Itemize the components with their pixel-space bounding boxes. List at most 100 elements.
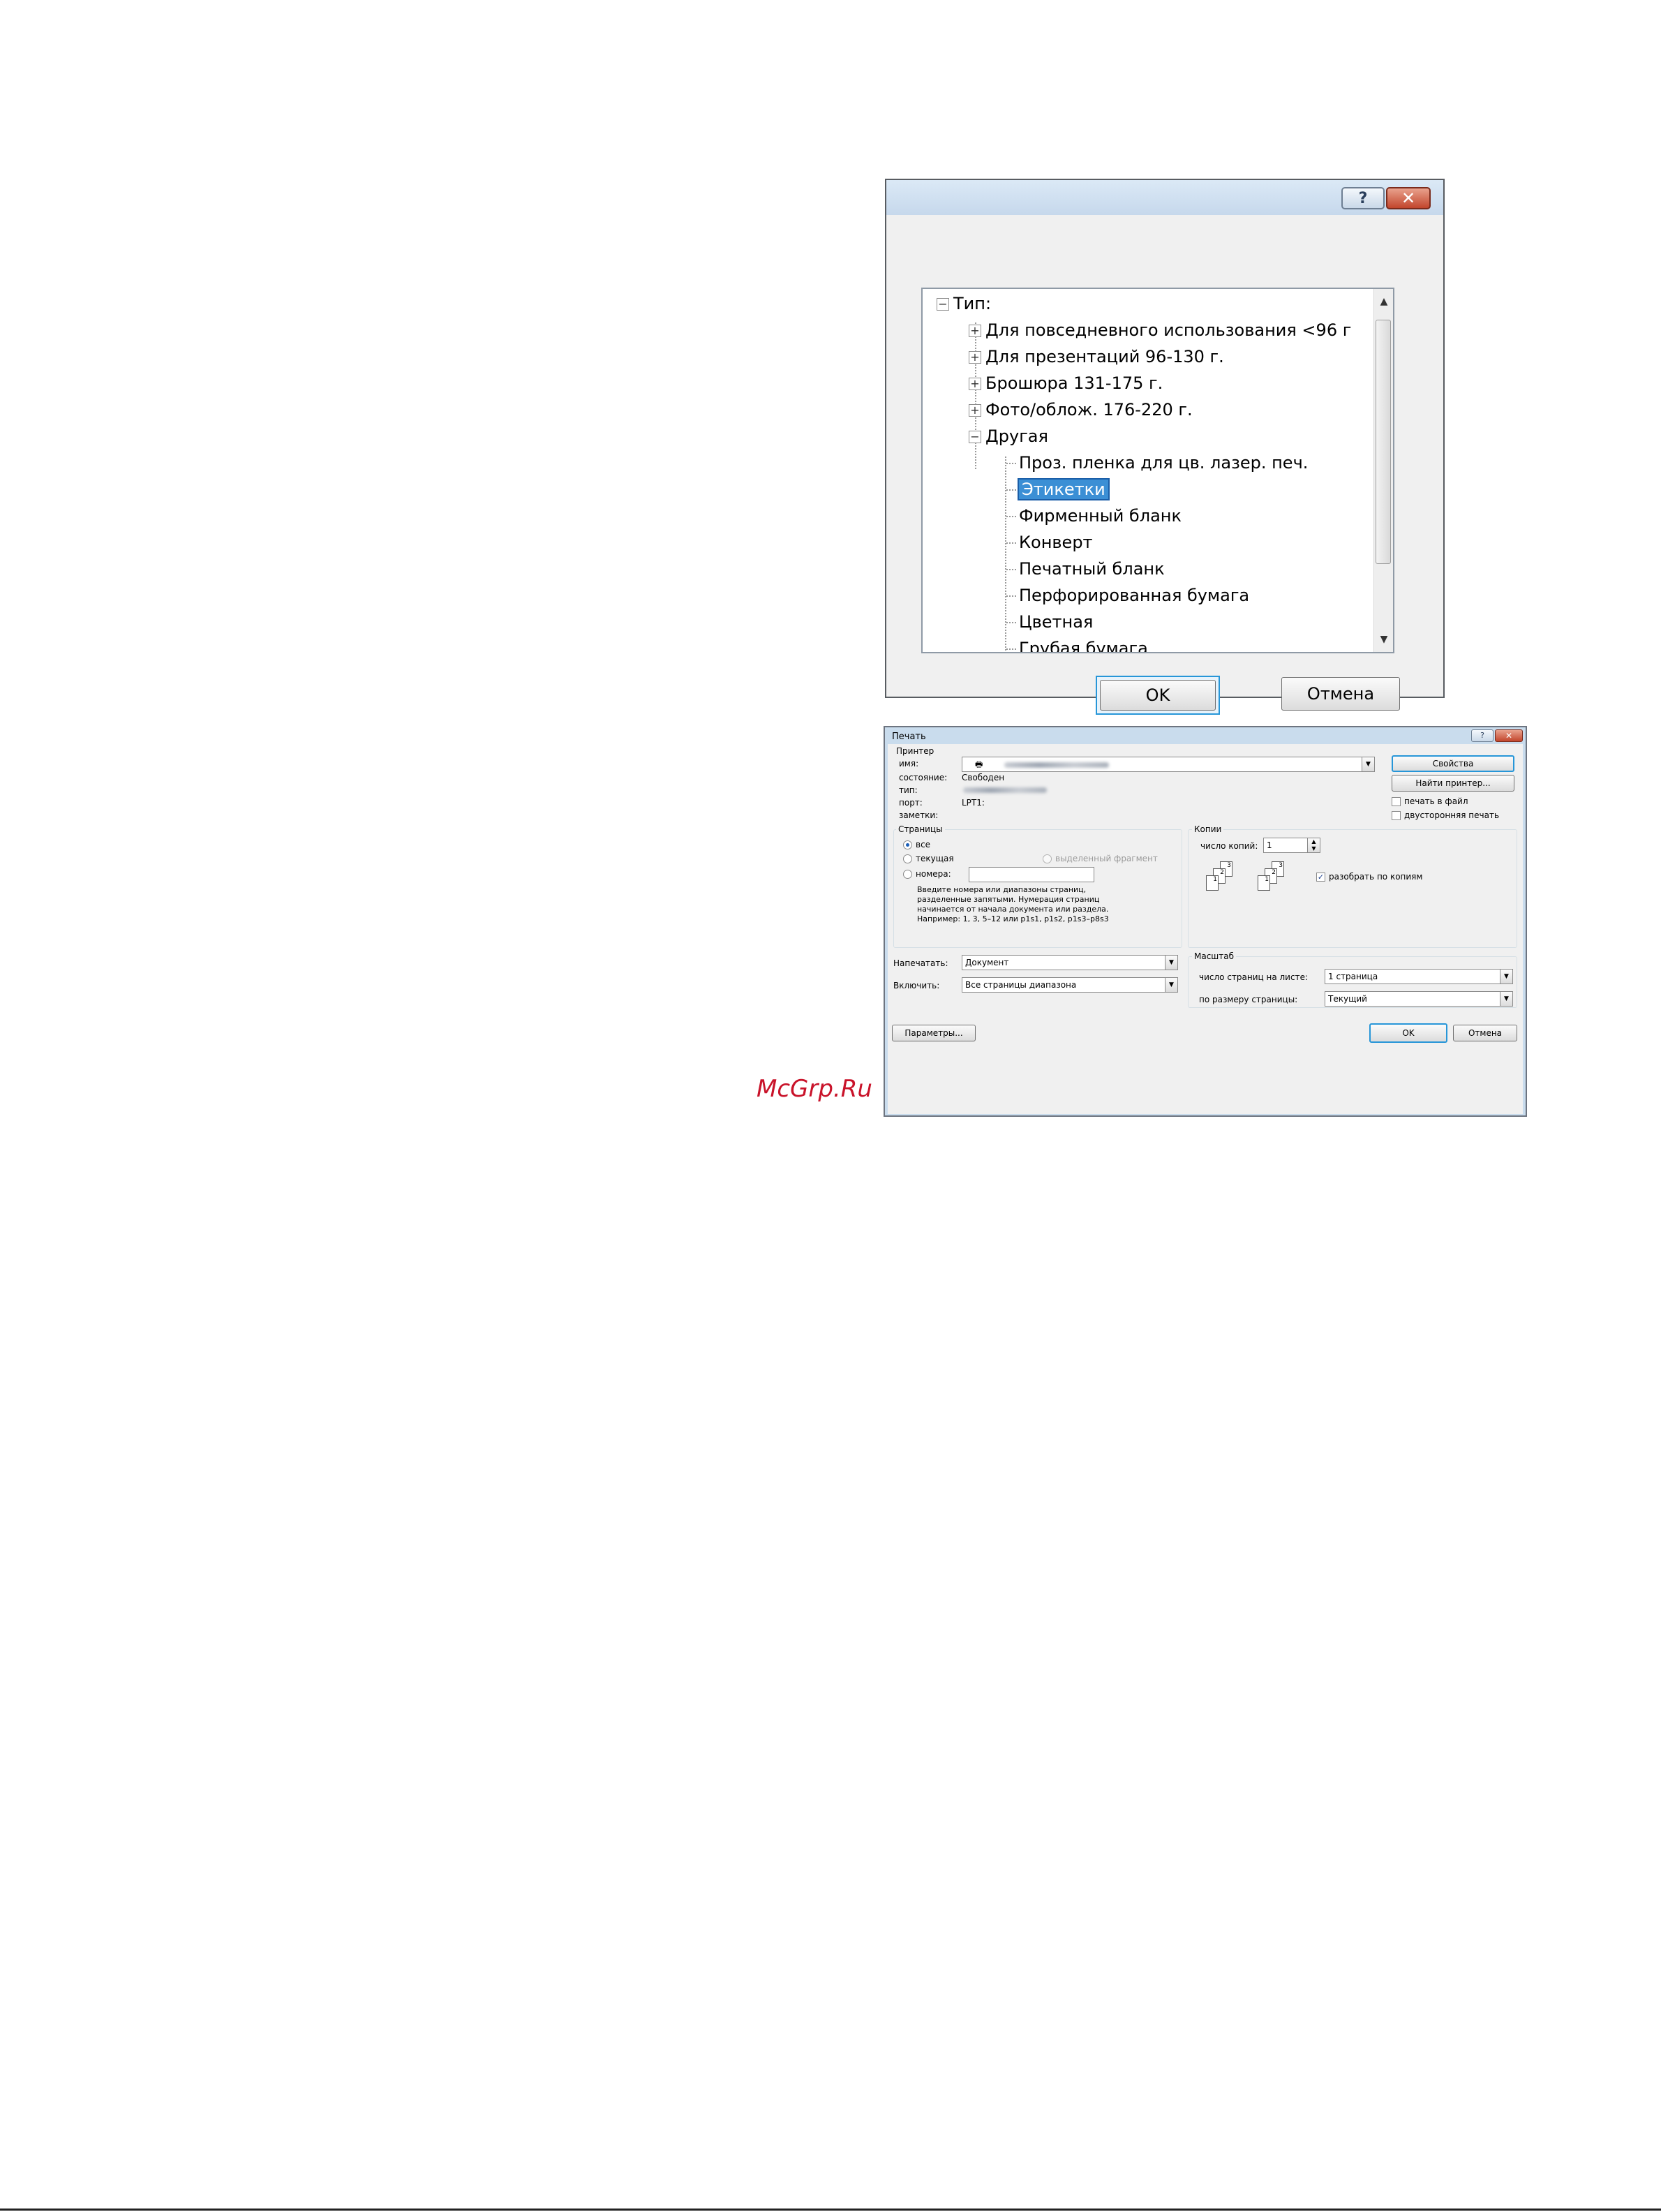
- collate-page-icon: 1: [1258, 875, 1270, 891]
- chevron-down-icon[interactable]: ▼: [1362, 757, 1374, 771]
- options-button[interactable]: Параметры...: [892, 1025, 976, 1041]
- collapse-icon[interactable]: −: [937, 298, 949, 311]
- selection-label: выделенный фрагмент: [1055, 854, 1158, 863]
- ok-button[interactable]: OK: [1369, 1023, 1447, 1043]
- scroll-thumb[interactable]: [1376, 320, 1391, 564]
- tree-group-label: Брошюра 131-175 г.: [985, 373, 1163, 393]
- tree-item-rough[interactable]: Грубая бумага: [1006, 637, 1148, 653]
- print-dialog-title: Печать: [892, 732, 926, 742]
- printer-status-value: Свободен: [962, 773, 1005, 782]
- tree-item-preprinted[interactable]: Печатный бланк: [1006, 557, 1165, 581]
- selection-radio[interactable]: [1043, 854, 1052, 863]
- scroll-up-icon[interactable]: ▲: [1374, 289, 1393, 314]
- tree-group-everyday[interactable]: + Для повседневного использования <96 г: [969, 318, 1351, 342]
- tree-item-label: Фирменный бланк: [1019, 506, 1182, 526]
- print-what-label: Напечатать:: [893, 958, 948, 968]
- expand-icon[interactable]: +: [969, 325, 981, 337]
- expand-icon[interactable]: +: [969, 378, 981, 390]
- cancel-button[interactable]: Отмена: [1281, 677, 1400, 711]
- tree-group-other[interactable]: − Другая: [969, 424, 1048, 448]
- tree-root-label: Тип:: [953, 294, 992, 313]
- close-button[interactable]: ✕: [1386, 187, 1431, 209]
- tree-group-label: Другая: [985, 426, 1048, 446]
- ok-button[interactable]: OK: [1100, 680, 1216, 711]
- printer-port-value: LPT1:: [962, 798, 985, 808]
- chevron-down-icon[interactable]: ▼: [1500, 970, 1512, 983]
- printer-group-title: Принтер: [896, 746, 934, 756]
- printer-status-label: состояние:: [899, 773, 948, 782]
- paper-type-titlebar: ? ✕: [886, 180, 1443, 215]
- tree-group-brochure[interactable]: + Брошюра 131-175 г.: [969, 371, 1163, 395]
- printer-port-label: порт:: [899, 798, 923, 808]
- tree-group-presentation[interactable]: + Для презентаций 96-130 г.: [969, 345, 1224, 369]
- current-page-radio[interactable]: [903, 854, 912, 863]
- tree-item-envelope[interactable]: Конверт: [1006, 530, 1093, 554]
- pages-hint-line-2: разделенные запятыми. Нумерация страниц: [917, 895, 1100, 904]
- tree-group-photo[interactable]: + Фото/облож. 176-220 г.: [969, 398, 1193, 422]
- tree-group-label: Для презентаций 96-130 г.: [985, 347, 1224, 366]
- page-numbers-radio[interactable]: [903, 870, 912, 879]
- tree-scrollbar[interactable]: ▲ ▼: [1373, 289, 1393, 652]
- printer-name-label: имя:: [899, 759, 919, 769]
- printer-icon: 🖶: [975, 759, 983, 769]
- copies-count-input[interactable]: 1 ▲ ▼: [1263, 838, 1320, 853]
- page-numbers-label: номера:: [916, 869, 951, 879]
- close-button[interactable]: ✕: [1495, 729, 1523, 742]
- chevron-down-icon[interactable]: ▼: [1165, 978, 1177, 992]
- spinner-icon[interactable]: ▲ ▼: [1307, 838, 1320, 852]
- scale-label: по размеру страницы:: [1199, 995, 1298, 1004]
- tree-item-labels[interactable]: Этикетки: [1006, 477, 1110, 501]
- print-to-file-checkbox[interactable]: [1392, 797, 1401, 806]
- chevron-down-icon[interactable]: ▼: [1165, 956, 1177, 970]
- tree-item-colored[interactable]: Цветная: [1006, 610, 1093, 634]
- scale-select[interactable]: Текущий ▼: [1325, 991, 1513, 1007]
- cancel-button[interactable]: Отмена: [1453, 1025, 1517, 1041]
- tree-root-type[interactable]: − Тип:: [937, 292, 991, 316]
- pages-group-title: Страницы: [896, 824, 945, 835]
- blurred-printer-type: [963, 787, 1047, 793]
- scroll-down-icon[interactable]: ▼: [1374, 627, 1393, 652]
- copies-count-label: число копий:: [1200, 841, 1258, 851]
- tree-item-label: Цветная: [1019, 612, 1094, 632]
- copies-group-title: Копии: [1192, 824, 1224, 835]
- print-dialog-body: Принтер имя: 🖶 ▼ состояние: Свободен тип…: [888, 744, 1523, 1114]
- collate-checkbox[interactable]: ✓: [1316, 873, 1325, 882]
- printer-name-select[interactable]: 🖶 ▼: [962, 757, 1375, 772]
- print-dialog: Печать ? ✕ Принтер имя: 🖶 ▼ состояние: С…: [884, 726, 1527, 1117]
- paper-type-tree[interactable]: − Тип: + Для повседневного использования <…: [921, 288, 1394, 653]
- help-button[interactable]: ?: [1341, 187, 1385, 209]
- tree-item-label: Конверт: [1019, 533, 1093, 552]
- page-footer-rule: [0, 2209, 1661, 2211]
- duplex-label: двусторонняя печать: [1404, 810, 1500, 820]
- copies-count-value: 1: [1267, 840, 1272, 850]
- duplex-checkbox[interactable]: [1392, 811, 1401, 820]
- paper-type-dialog: ? ✕ − Тип: + Для повседневного использован…: [885, 179, 1445, 715]
- expand-icon[interactable]: +: [969, 351, 981, 364]
- pages-per-sheet-label: число страниц на листе:: [1199, 972, 1308, 982]
- include-label: Включить:: [893, 981, 940, 990]
- print-what-select[interactable]: Документ ▼: [962, 955, 1178, 970]
- pages-hint-line-4: Например: 1, 3, 5–12 или p1s1, p1s2, p1s…: [917, 914, 1109, 923]
- tree-group-label: Для повседневного использования <96 г: [985, 320, 1352, 340]
- pages-per-sheet-select[interactable]: 1 страница ▼: [1325, 969, 1513, 984]
- find-printer-button[interactable]: Найти принтер...: [1392, 775, 1514, 792]
- all-pages-label: все: [916, 840, 931, 849]
- tree-group-label: Фото/облож. 176-220 г.: [985, 400, 1193, 420]
- page-numbers-input[interactable]: [969, 867, 1094, 882]
- printer-type-label: тип:: [899, 785, 918, 795]
- chevron-down-icon[interactable]: ▼: [1500, 992, 1512, 1006]
- all-pages-radio[interactable]: [903, 840, 912, 849]
- properties-button[interactable]: Свойства: [1392, 755, 1514, 772]
- paper-type-body: − Тип: + Для повседневного использования <…: [886, 215, 1443, 715]
- help-button[interactable]: ?: [1471, 729, 1494, 742]
- tree-item-letterhead[interactable]: Фирменный бланк: [1006, 504, 1182, 528]
- collapse-icon[interactable]: −: [969, 431, 981, 443]
- expand-icon[interactable]: +: [969, 404, 981, 417]
- include-select[interactable]: Все страницы диапазона ▼: [962, 977, 1178, 993]
- tree-item-label: Грубая бумага: [1019, 639, 1148, 653]
- blurred-printer-name: [1004, 762, 1109, 768]
- scale-value: Текущий: [1328, 994, 1367, 1004]
- collate-label: разобрать по копиям: [1329, 872, 1423, 882]
- tree-item-prepunched[interactable]: Перфорированная бумага: [1006, 584, 1249, 607]
- tree-item-transparency[interactable]: Проз. пленка для цв. лазер. печ.: [1006, 451, 1308, 475]
